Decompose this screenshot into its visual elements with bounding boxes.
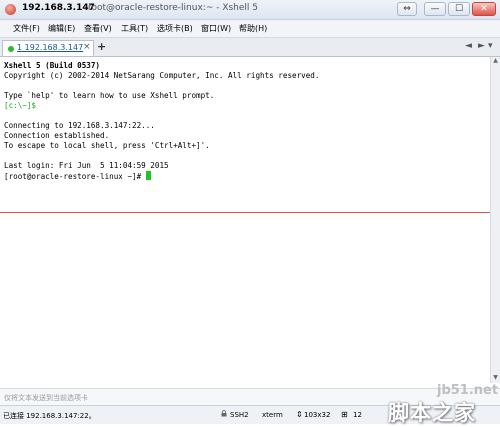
- compose-input[interactable]: 仅将文本发送到当前选项卡: [4, 393, 88, 403]
- tab-scroll-left-icon[interactable]: ◄: [465, 41, 472, 51]
- tab-bar: 1 192.168.3.147 × + ◄ ► ▾: [0, 38, 500, 57]
- restore-layout-button[interactable]: ⇔: [397, 2, 417, 16]
- terminal-cursor: [145, 171, 151, 180]
- terminal-size-icon: ⇕: [296, 410, 303, 419]
- terminal-line: Xshell 5 (Build 0537): [4, 61, 101, 70]
- terminal-size: 103x32: [304, 411, 331, 419]
- tab-list-menu-icon[interactable]: ▾: [488, 41, 493, 51]
- menu-file[interactable]: 文件(F): [13, 23, 40, 34]
- scroll-up-icon[interactable]: ▲: [491, 57, 500, 66]
- xshell-app-icon[interactable]: [5, 4, 16, 15]
- terminal-line: To escape to local shell, press 'Ctrl+Al…: [4, 141, 210, 150]
- menu-tools[interactable]: 工具(T): [121, 23, 148, 34]
- terminal-line: Last login: Fri Jun 5 11:04:59 2015: [4, 161, 169, 170]
- terminal-line: Type `help' to learn how to use Xshell p…: [4, 91, 215, 100]
- terminal-line: Copyright (c) 2002-2014 NetSarang Comput…: [4, 71, 320, 80]
- local-shell-prompt: [c:\~]$: [4, 101, 37, 110]
- menu-bar: 文件(F) 编辑(E) 查看(V) 工具(T) 选项卡(B) 窗口(W) 帮助(…: [0, 20, 500, 38]
- window-title-host: 192.168.3.147: [22, 3, 95, 13]
- terminal-line: Connecting to 192.168.3.147:22...: [4, 121, 155, 130]
- terminal-scrollbar[interactable]: ▲ ▼: [490, 57, 500, 383]
- cursor-position-icon: ⊞: [341, 410, 348, 419]
- minimize-button[interactable]: —: [424, 2, 446, 16]
- menu-edit[interactable]: 编辑(E): [48, 23, 75, 34]
- menu-view[interactable]: 查看(V): [84, 23, 112, 34]
- maximize-button[interactable]: ☐: [448, 2, 470, 16]
- connected-status-icon: [8, 46, 14, 52]
- title-bar: 192.168.3.147 root@oracle-restore-linux:…: [0, 0, 500, 20]
- lock-icon: [221, 410, 227, 417]
- status-extra: 12: [353, 411, 362, 419]
- menu-help[interactable]: 帮助(H): [239, 23, 267, 34]
- tab-close-icon[interactable]: ×: [83, 42, 91, 52]
- scroll-down-icon[interactable]: ▼: [491, 374, 500, 383]
- watermark-site: jb51.net: [437, 383, 499, 398]
- tab-scroll-right-icon[interactable]: ►: [478, 41, 485, 51]
- terminal-type: xterm: [262, 411, 283, 419]
- menu-window[interactable]: 窗口(W): [201, 23, 231, 34]
- divider-line: [0, 212, 500, 213]
- close-button[interactable]: ✕: [472, 2, 496, 16]
- shell-prompt-line: [root@oracle-restore-linux ~]#: [4, 171, 151, 182]
- tab-session-1[interactable]: 1 192.168.3.147 ×: [2, 40, 94, 56]
- connection-status: 已连接 192.168.3.147:22。: [3, 412, 96, 420]
- new-tab-button[interactable]: +: [97, 40, 106, 53]
- protocol-indicator: SSH2: [230, 411, 249, 419]
- shell-prompt: [root@oracle-restore-linux ~]#: [4, 172, 146, 181]
- window-title: root@oracle-restore-linux:~ - Xshell 5: [88, 3, 259, 13]
- menu-tab[interactable]: 选项卡(B): [157, 23, 193, 34]
- terminal-line: Connection established.: [4, 131, 110, 140]
- tab-label[interactable]: 1 192.168.3.147: [17, 43, 83, 52]
- terminal-output[interactable]: Xshell 5 (Build 0537) Copyright (c) 2002…: [0, 57, 490, 383]
